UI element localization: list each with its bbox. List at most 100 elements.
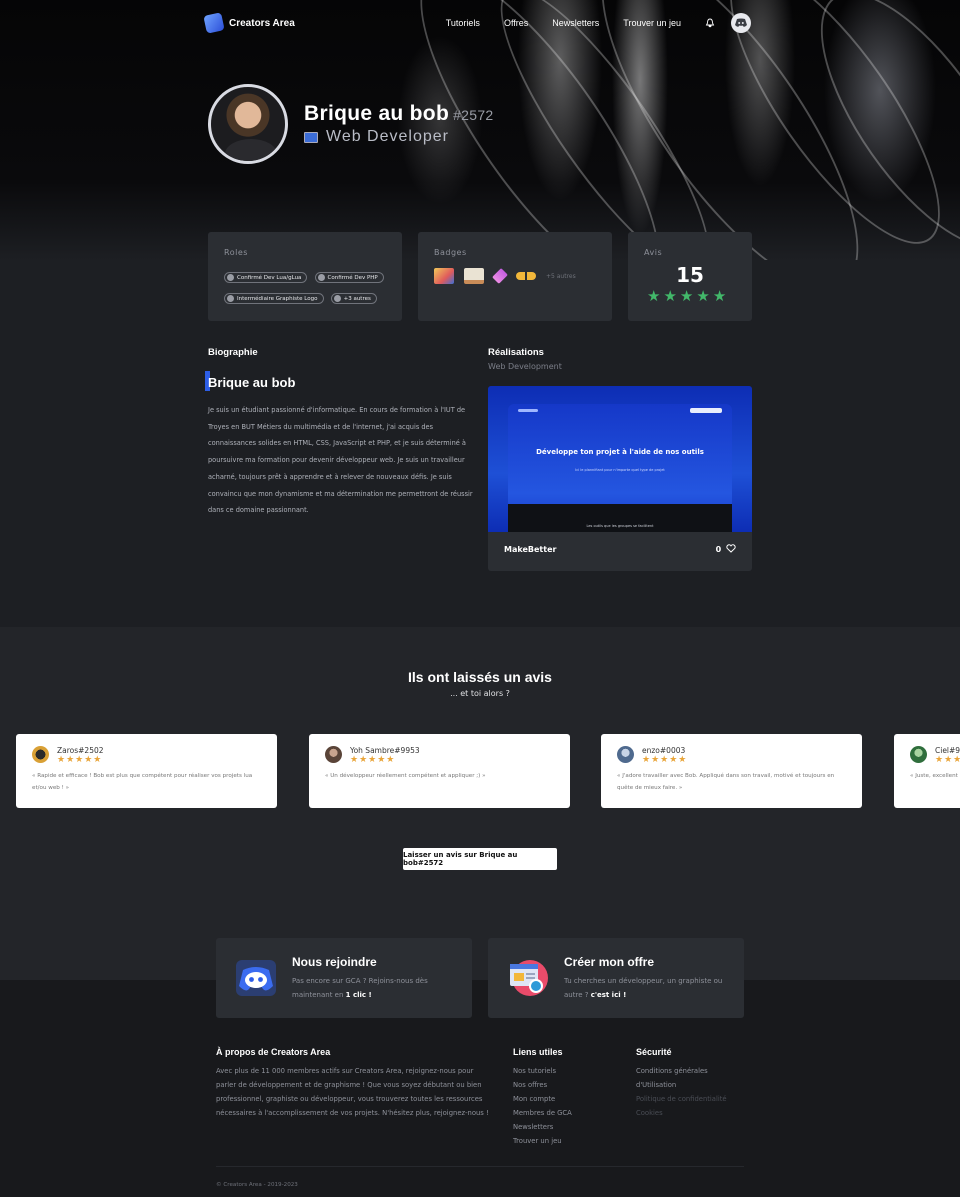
nav-link-tutoriels[interactable]: Tutoriels (446, 18, 480, 28)
footer-link-compte[interactable]: Mon compte (513, 1092, 572, 1106)
review-stars: ★★★★★ (350, 755, 396, 765)
truck-badge-icon (434, 268, 454, 284)
profile-tag: #2572 (453, 107, 494, 123)
roles-list: Confirmé Dev Lua/gLua Confirmé Dev PHP I… (224, 266, 394, 308)
offer-link[interactable]: c'est ici ! (591, 991, 627, 999)
offer-card[interactable]: Créer mon offre Tu cherches un développe… (488, 938, 744, 1018)
profile-name: Brique au bob (304, 102, 450, 125)
star-icon: ★ (663, 287, 677, 305)
badges-title: Badges (434, 248, 467, 257)
review-avatar (325, 746, 342, 763)
bio-heading: Brique au bob (208, 375, 296, 390)
footer-link-cgu[interactable]: Conditions générales d'Utilisation (636, 1064, 736, 1092)
project-name: MakeBetter (504, 545, 557, 554)
badges-more[interactable]: +5 autres (546, 273, 576, 280)
role-pill: Confirmé Dev Lua/gLua (224, 272, 308, 283)
review-stars: ★★★★★ (57, 755, 103, 765)
nav-links: Tutoriels Offres Newsletters Trouver un … (446, 13, 751, 33)
footer-links-title: Liens utiles (513, 1047, 563, 1057)
discord-account-button[interactable] (731, 13, 751, 33)
footer-security-title: Sécurité (636, 1047, 672, 1057)
nav-link-offres[interactable]: Offres (504, 18, 528, 28)
footer-link-tutoriels[interactable]: Nos tutoriels (513, 1064, 572, 1078)
review-text: « Rapide et efficace ! Bob est plus que … (32, 773, 253, 791)
reviews-subtitle: ... et toi alors ? (450, 689, 510, 698)
review-stars: ★★★★★ (935, 755, 960, 765)
roles-card: Roles Confirmé Dev Lua/gLua Confirmé Dev… (208, 232, 402, 321)
footer-link-newsletters[interactable]: Newsletters (513, 1120, 572, 1134)
role-more-pill[interactable]: +3 autres (330, 293, 377, 304)
join-text: Pas encore sur GCA ? Rejoins-nous dès ma… (292, 977, 428, 999)
review-stars: ★★★★★ (642, 755, 688, 765)
offer-text: Tu cherches un développeur, un graphiste… (564, 977, 723, 999)
brand-logo-icon (203, 12, 225, 34)
preview-title: Développe ton projet à l'aide de nos out… (536, 448, 704, 456)
realisations-subtitle: Web Development (488, 362, 562, 371)
profile-avatar (208, 84, 288, 164)
preview-footer: Les outils que les groupes se facilitent (586, 524, 654, 528)
footer-link-trouver-jeu[interactable]: Trouver un jeu (513, 1134, 572, 1148)
review-text: « Un développeur réellement compétent et… (325, 773, 486, 779)
heart-icon (726, 544, 736, 553)
nav-link-newsletters[interactable]: Newsletters (552, 18, 599, 28)
offer-title: Créer mon offre (564, 955, 655, 969)
roles-title: Roles (224, 248, 248, 257)
footer-link-membres[interactable]: Membres de GCA (513, 1106, 572, 1120)
footer-security-links: Conditions générales d'Utilisation Polit… (636, 1064, 736, 1120)
footer-link-privacy[interactable]: Politique de confidentialité (636, 1092, 736, 1106)
preview-subtitle: Ici le plannifiant pour n'importe quel t… (575, 468, 665, 472)
project-preview: Développe ton projet à l'aide de nos out… (488, 386, 752, 532)
profile-role: Web Developer (326, 128, 449, 145)
star-icon: ★ (647, 287, 661, 305)
leave-review-button[interactable]: Laisser un avis sur Brique au bob#2572 (403, 848, 557, 870)
footer-link-cookies[interactable]: Cookies (636, 1106, 736, 1120)
footer-about-title: À propos de Creators Area (216, 1047, 331, 1057)
review-author: enzo#0003 (642, 746, 686, 755)
laptop-icon (304, 131, 318, 143)
bio-title: Biographie (208, 347, 258, 358)
badges-card: Badges +5 autres (418, 232, 612, 321)
footer-divider (216, 1166, 744, 1167)
reviews-title: Ils ont laissés un avis (408, 669, 552, 685)
review-avatar (617, 746, 634, 763)
realisations-title: Réalisations (488, 347, 544, 358)
review-text: « Juste, excellent (910, 773, 958, 779)
project-card[interactable]: Développe ton projet à l'aide de nos out… (488, 386, 752, 571)
avis-stars: ★ ★ ★ ★ ★ (647, 289, 726, 304)
project-likes: 0 (715, 545, 722, 554)
review-avatar (32, 746, 49, 763)
review-text: « J'adore travailler avec Bob. Appliqué … (617, 773, 835, 791)
brand-name: Creators Area (229, 17, 295, 29)
discord-icon (735, 18, 747, 27)
join-link[interactable]: 1 clic ! (346, 991, 372, 999)
desk-badge-icon (464, 268, 484, 284)
role-pill: Confirmé Dev PHP (314, 272, 384, 283)
glasses-badge-icon (516, 272, 536, 280)
review-author: Yoh Sambre#9953 (350, 746, 420, 755)
badges-list: +5 autres (434, 268, 576, 284)
project-like-button[interactable]: 0 (716, 544, 736, 554)
profile-header: Brique au bob #2572 Web Developer (208, 84, 494, 164)
avis-count: 15 (676, 263, 704, 287)
nav-link-trouver-un-jeu[interactable]: Trouver un jeu (623, 18, 681, 28)
review-author: Zaros#2502 (57, 746, 104, 755)
gem-badge-icon (492, 268, 508, 284)
join-card[interactable]: Nous rejoindre Pas encore sur GCA ? Rejo… (216, 938, 472, 1018)
review-avatar (910, 746, 927, 763)
offer-document-icon (510, 960, 548, 996)
footer-links: Nos tutoriels Nos offres Mon compte Memb… (513, 1064, 572, 1148)
avis-card: Avis 15 ★ ★ ★ ★ ★ (628, 232, 752, 321)
bell-icon[interactable] (705, 18, 715, 28)
avis-title: Avis (644, 248, 663, 257)
star-icon: ★ (679, 287, 694, 305)
footer-about-text: Avec plus de 11 000 membres actifs sur C… (216, 1067, 489, 1117)
role-pill: Intermédiaire Graphiste Logo (224, 293, 324, 304)
review-card: Ciel#90 ★★★★★ « Juste, excellent (894, 734, 960, 808)
review-card: Zaros#2502 ★★★★★ « Rapide et efficace ! … (16, 734, 277, 808)
top-nav: Creators Area Tutoriels Offres Newslette… (203, 12, 751, 34)
brand-logo[interactable]: Creators Area (203, 12, 295, 34)
footer-link-offres[interactable]: Nos offres (513, 1078, 572, 1092)
review-card: Yoh Sambre#9953 ★★★★★ « Un développeur r… (309, 734, 570, 808)
footer-copyright: © Creators Area - 2019-2023 (216, 1182, 298, 1188)
bio-text: Je suis un étudiant passionné d'informat… (208, 406, 473, 515)
